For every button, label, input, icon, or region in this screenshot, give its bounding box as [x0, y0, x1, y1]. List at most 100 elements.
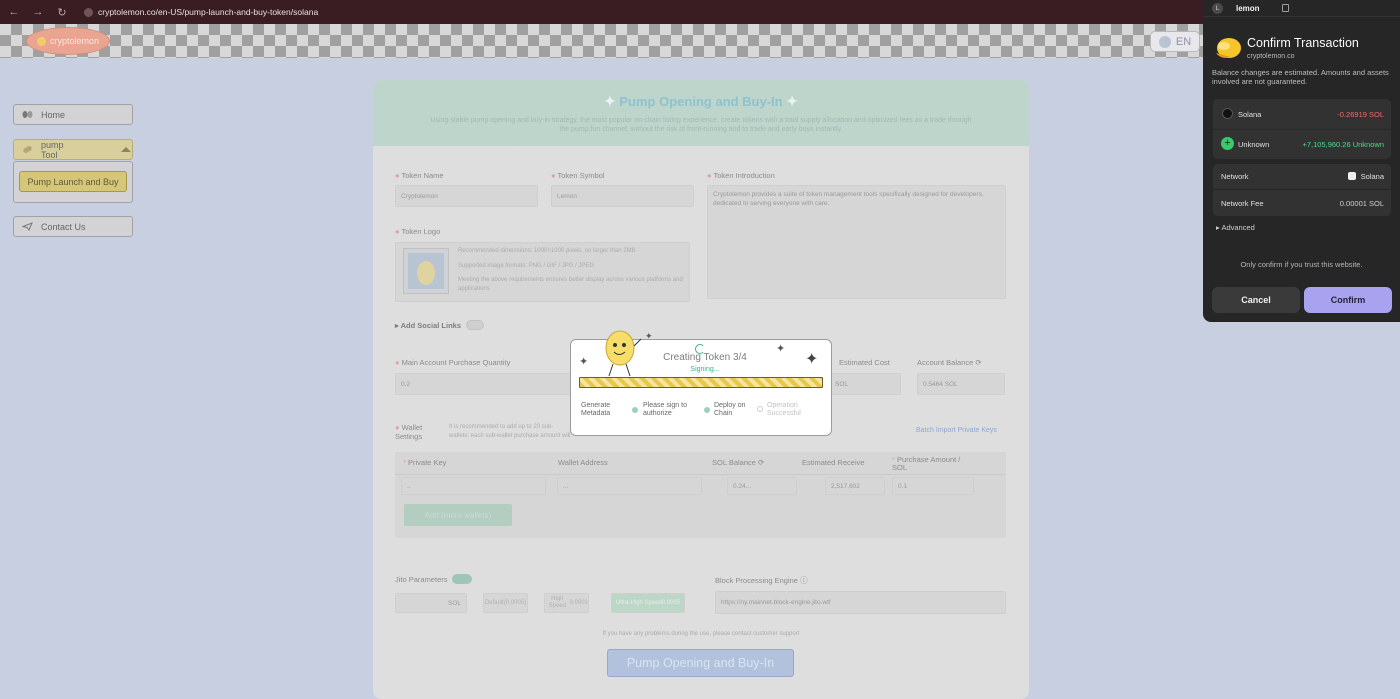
private-key-input[interactable]: ..: [401, 477, 546, 495]
site-lemon-icon: [1216, 38, 1241, 58]
change-asset: Unknown: [1238, 140, 1270, 149]
token-name-label: ● Token Name: [395, 171, 444, 180]
address-bar[interactable]: cryptolemon.co/en-US/pump-launch-and-buy…: [84, 7, 318, 17]
submit-button[interactable]: Pump Opening and Buy-In: [607, 649, 794, 677]
sidebar-item-contact[interactable]: Contact Us: [13, 216, 133, 237]
modal-status: Signing...: [690, 366, 720, 373]
forward-arrow-icon[interactable]: →: [32, 6, 44, 18]
step-pending-icon: [757, 406, 763, 412]
jito-option-ultra[interactable]: Ultra-High Speed 0.0005: [611, 593, 685, 613]
sparkle-icon: ✦: [645, 331, 653, 341]
wallet-settings-hint: It is recommended to add up to 20 sub-wa…: [449, 424, 571, 439]
solana-icon: [1348, 172, 1356, 180]
token-symbol-input[interactable]: Lemon: [551, 185, 694, 207]
site-logo[interactable]: cryptolemon: [26, 27, 110, 55]
balance-changes: Solana -0.26919 SOL + Unknown +7,105,960…: [1213, 99, 1391, 159]
fee-label: Network Fee: [1221, 199, 1264, 208]
page-title: ✦ Pump Opening and Buy-In ✦: [373, 93, 1029, 110]
estimated-cost-value: SOL: [829, 373, 901, 395]
token-name-input[interactable]: Cryptolemon: [395, 185, 538, 207]
sidebar-item-label: Pump Launch and Buy: [27, 176, 119, 187]
change-asset: Solana: [1238, 110, 1262, 119]
account-balance-value: 0.5464 SOL: [917, 373, 1005, 395]
sidebar-item-pump-launch[interactable]: Pump Launch and Buy: [19, 171, 127, 192]
progress-modal: ✦ ✦ ✦ ✦ Creating Token 3/4 Signing... Ge…: [570, 330, 832, 436]
change-amount: -0.26919 SOL: [1337, 110, 1384, 119]
table-divider: [395, 474, 1006, 475]
network-details: Network Solana Network Fee 0.00001 SOL: [1213, 164, 1391, 216]
spinner-icon: [695, 344, 705, 354]
progress-fill: [580, 378, 822, 387]
confirm-button[interactable]: Confirm: [1304, 287, 1392, 313]
token-intro-textarea[interactable]: Cryptolemon provides a suite of token ma…: [707, 185, 1006, 299]
wallet-popup: L lemon Confirm Transaction cryptolemon.…: [1203, 0, 1400, 322]
site-info-icon[interactable]: [84, 7, 93, 17]
pill-icon: [23, 146, 32, 153]
logo-hint-size: Recommended dimensions: 1000×1000 pixels…: [458, 248, 636, 254]
sparkle-icon: ✦: [604, 93, 616, 109]
globe-icon: [1158, 35, 1171, 48]
block-engine-label: Block Processing Engine ⓘ: [715, 576, 808, 585]
block-engine-input[interactable]: https://ny.mainnet.block-engine.jito.wtf: [715, 591, 1006, 614]
social-links-toggle[interactable]: [466, 320, 484, 330]
page-title-text: Pump Opening and Buy-In: [619, 94, 783, 109]
sidebar-item-label: pump Tool: [40, 139, 64, 160]
lemon-logo-icon: [36, 36, 46, 46]
modal-title: Creating Token 3/4: [663, 352, 747, 363]
trust-note: Only confirm if you trust this website.: [1240, 260, 1363, 269]
step-status-icon: [704, 407, 710, 413]
back-arrow-icon[interactable]: ←: [8, 6, 20, 18]
logo-hint-display: Meeting the above requirements ensures b…: [458, 277, 683, 292]
cancel-button[interactable]: Cancel: [1212, 287, 1300, 313]
table-header-wallet-address: Wallet Address: [558, 458, 608, 467]
info-icon: ⓘ: [800, 576, 808, 585]
jito-toggle[interactable]: [452, 574, 472, 584]
add-wallets-button[interactable]: Add (more wallets): [404, 504, 512, 526]
wallet-header: [1203, 0, 1400, 17]
language-label: EN: [1175, 35, 1192, 48]
wallet-disclaimer: Balance changes are estimated. Amounts a…: [1212, 68, 1389, 86]
network-value: Solana: [1360, 172, 1384, 181]
jito-fee-input[interactable]: SOL: [395, 593, 467, 613]
sparkle-icon: ✦: [786, 93, 798, 109]
avatar[interactable]: L: [1212, 3, 1223, 14]
refresh-icon: ⟳: [758, 458, 765, 467]
jito-option-high[interactable]: High Speed 0.0001: [544, 593, 589, 613]
wave-divider: [373, 132, 1029, 145]
sidebar-item-home[interactable]: Home: [13, 104, 133, 125]
token-logo-upload[interactable]: [403, 248, 449, 294]
wallet-account-name[interactable]: lemon: [1236, 4, 1260, 13]
sidebar-item-pump-tool[interactable]: pump Tool: [13, 139, 133, 160]
main-qty-label: ● Main Account Purchase Quantity: [395, 358, 511, 367]
step-generate-metadata: Generate Metadata: [581, 402, 611, 417]
progress-bar: [579, 377, 823, 388]
jito-option-default[interactable]: Default (0.0005): [483, 593, 528, 613]
chevron-up-icon: [121, 147, 132, 152]
step-deploy: Deploy on Chain: [714, 402, 746, 417]
wallet-settings-label: ● Wallet Settings: [395, 423, 423, 441]
language-button[interactable]: EN: [1150, 31, 1200, 52]
main-qty-input[interactable]: 0.2: [395, 373, 575, 395]
sparkle-icon: ✦: [579, 356, 589, 368]
batch-import-link[interactable]: Batch Import Private Keys: [916, 427, 997, 434]
sidebar-item-label: Contact Us: [41, 221, 86, 232]
row-divider: [1213, 129, 1391, 130]
token-symbol-label: ● Token Symbol: [551, 171, 605, 180]
estimated-receive-cell: 2,517,602: [825, 477, 885, 495]
footer-note: If you have any problems during the use,…: [602, 631, 800, 637]
row-divider: [1213, 189, 1391, 190]
sol-balance-cell: 0.24...: [727, 477, 797, 495]
table-header-sol-balance: SOL Balance ⟳: [712, 458, 765, 467]
logo-hint-format: Supported image formats: PNG / GIF / JPG…: [458, 263, 595, 269]
network-label: Network: [1221, 172, 1249, 181]
step-status-icon: [632, 407, 638, 413]
wallet-address-cell: ...: [557, 477, 702, 495]
step-success: Operation Successful: [767, 402, 801, 417]
fee-value: 0.00001 SOL: [1339, 199, 1384, 208]
advanced-toggle[interactable]: ▸ Advanced: [1216, 223, 1255, 232]
lemon-mascot-icon: [605, 330, 642, 377]
reload-icon[interactable]: ↻: [56, 6, 68, 19]
home-icon: [22, 111, 33, 118]
copy-icon[interactable]: [1282, 4, 1289, 12]
purchase-amount-input[interactable]: 0.1: [892, 477, 974, 495]
